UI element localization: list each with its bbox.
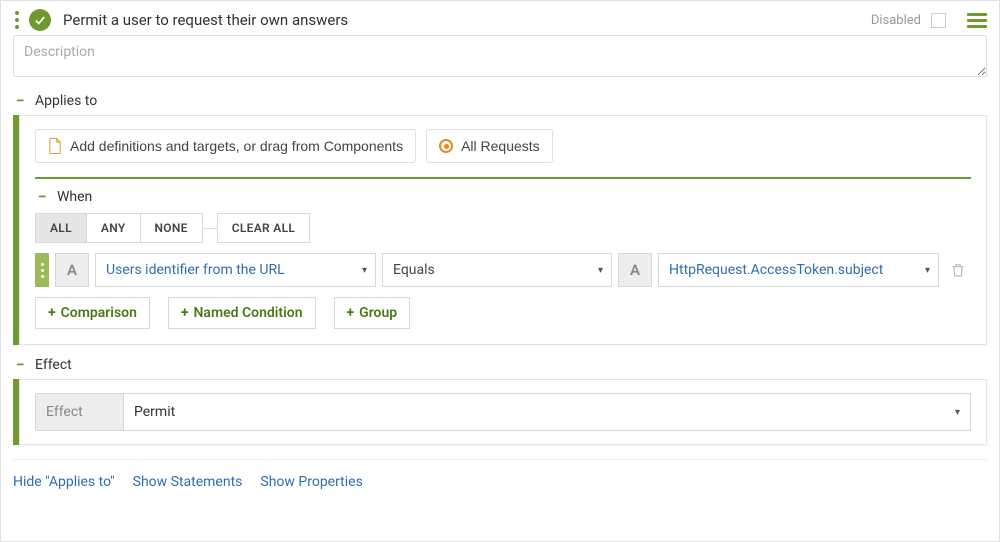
effect-row: Effect Permit ▾ (35, 393, 971, 431)
collapse-icon[interactable]: − (13, 357, 27, 373)
all-requests-button[interactable]: All Requests (426, 129, 553, 163)
description-row (1, 35, 999, 81)
effect-field-label: Effect (35, 393, 123, 431)
add-named-condition-button[interactable]: Named Condition (168, 297, 316, 329)
effect-header: − Effect (1, 345, 999, 379)
clear-all-button[interactable]: CLEAR ALL (217, 213, 310, 243)
segment-none[interactable]: NONE (141, 213, 203, 243)
effect-dropdown[interactable]: Permit ▾ (123, 393, 971, 431)
policy-rule-editor: Permit a user to request their own answe… (0, 0, 1000, 542)
applies-to-label: Applies to (35, 93, 97, 109)
chevron-down-icon: ▾ (955, 407, 960, 418)
hide-applies-to-link[interactable]: Hide "Applies to" (13, 474, 115, 490)
disabled-toggle[interactable]: Disabled (871, 10, 949, 31)
delete-condition-button[interactable] (945, 253, 971, 287)
show-statements-link[interactable]: Show Statements (133, 474, 243, 490)
applies-to-panel: Add definitions and targets, or drag fro… (13, 115, 987, 345)
disabled-label: Disabled (871, 13, 921, 28)
all-requests-label: All Requests (461, 138, 540, 154)
add-group-label: Group (359, 305, 397, 321)
segment-all[interactable]: ALL (35, 213, 87, 243)
left-attribute-prefix: A (55, 253, 89, 287)
menu-icon[interactable] (967, 13, 987, 28)
chevron-down-icon: ▾ (598, 265, 603, 276)
chevron-down-icon: ▾ (925, 265, 930, 276)
rule-header: Permit a user to request their own answe… (1, 1, 999, 35)
add-definitions-label: Add definitions and targets, or drag fro… (70, 138, 403, 154)
segment-any[interactable]: ANY (87, 213, 141, 243)
condition-row: A Users identifier from the URL ▾ Equals… (35, 253, 971, 287)
document-plus-icon (48, 138, 62, 154)
right-attribute-dropdown[interactable]: HttpRequest.AccessToken.subject ▾ (658, 253, 939, 287)
check-circle-icon (29, 9, 51, 31)
add-comparison-button[interactable]: Comparison (35, 297, 150, 329)
applies-to-actions: Add definitions and targets, or drag fro… (35, 129, 971, 179)
right-attribute-prefix: A (618, 253, 652, 287)
show-properties-link[interactable]: Show Properties (260, 474, 362, 490)
segment-connector (203, 228, 217, 229)
drag-handle-icon[interactable] (13, 11, 21, 29)
trash-icon (950, 262, 966, 278)
right-attribute-text: HttpRequest.AccessToken.subject (669, 262, 883, 278)
add-condition-row: Comparison Named Condition Group (35, 297, 971, 329)
when-label: When (57, 189, 92, 205)
effect-value: Permit (134, 404, 175, 420)
operator-text: Equals (393, 262, 435, 278)
when-segments: ALL ANY NONE CLEAR ALL (35, 213, 971, 243)
operator-dropdown[interactable]: Equals ▾ (382, 253, 612, 287)
add-group-button[interactable]: Group (334, 297, 411, 329)
add-definitions-button[interactable]: Add definitions and targets, or drag fro… (35, 129, 416, 163)
condition-drag-handle-icon[interactable] (35, 253, 49, 287)
description-input[interactable] (13, 35, 987, 77)
effect-section-label: Effect (35, 357, 72, 373)
target-icon (439, 139, 453, 153)
effect-panel: Effect Permit ▾ (13, 379, 987, 445)
collapse-icon[interactable]: − (35, 189, 49, 205)
add-comparison-label: Comparison (61, 305, 137, 321)
applies-to-header: − Applies to (1, 81, 999, 115)
collapse-icon[interactable]: − (13, 93, 27, 109)
left-attribute-text: Users identifier from the URL (106, 262, 285, 278)
when-header: − When (35, 189, 971, 205)
rule-title: Permit a user to request their own answe… (63, 11, 348, 29)
chevron-down-icon: ▾ (362, 265, 367, 276)
add-named-condition-label: Named Condition (194, 305, 303, 321)
disabled-checkbox[interactable] (931, 13, 946, 28)
left-attribute-dropdown[interactable]: Users identifier from the URL ▾ (95, 253, 376, 287)
footer-links: Hide "Applies to" Show Statements Show P… (13, 459, 987, 490)
when-block: − When ALL ANY NONE CLEAR ALL A Users id… (35, 179, 971, 329)
